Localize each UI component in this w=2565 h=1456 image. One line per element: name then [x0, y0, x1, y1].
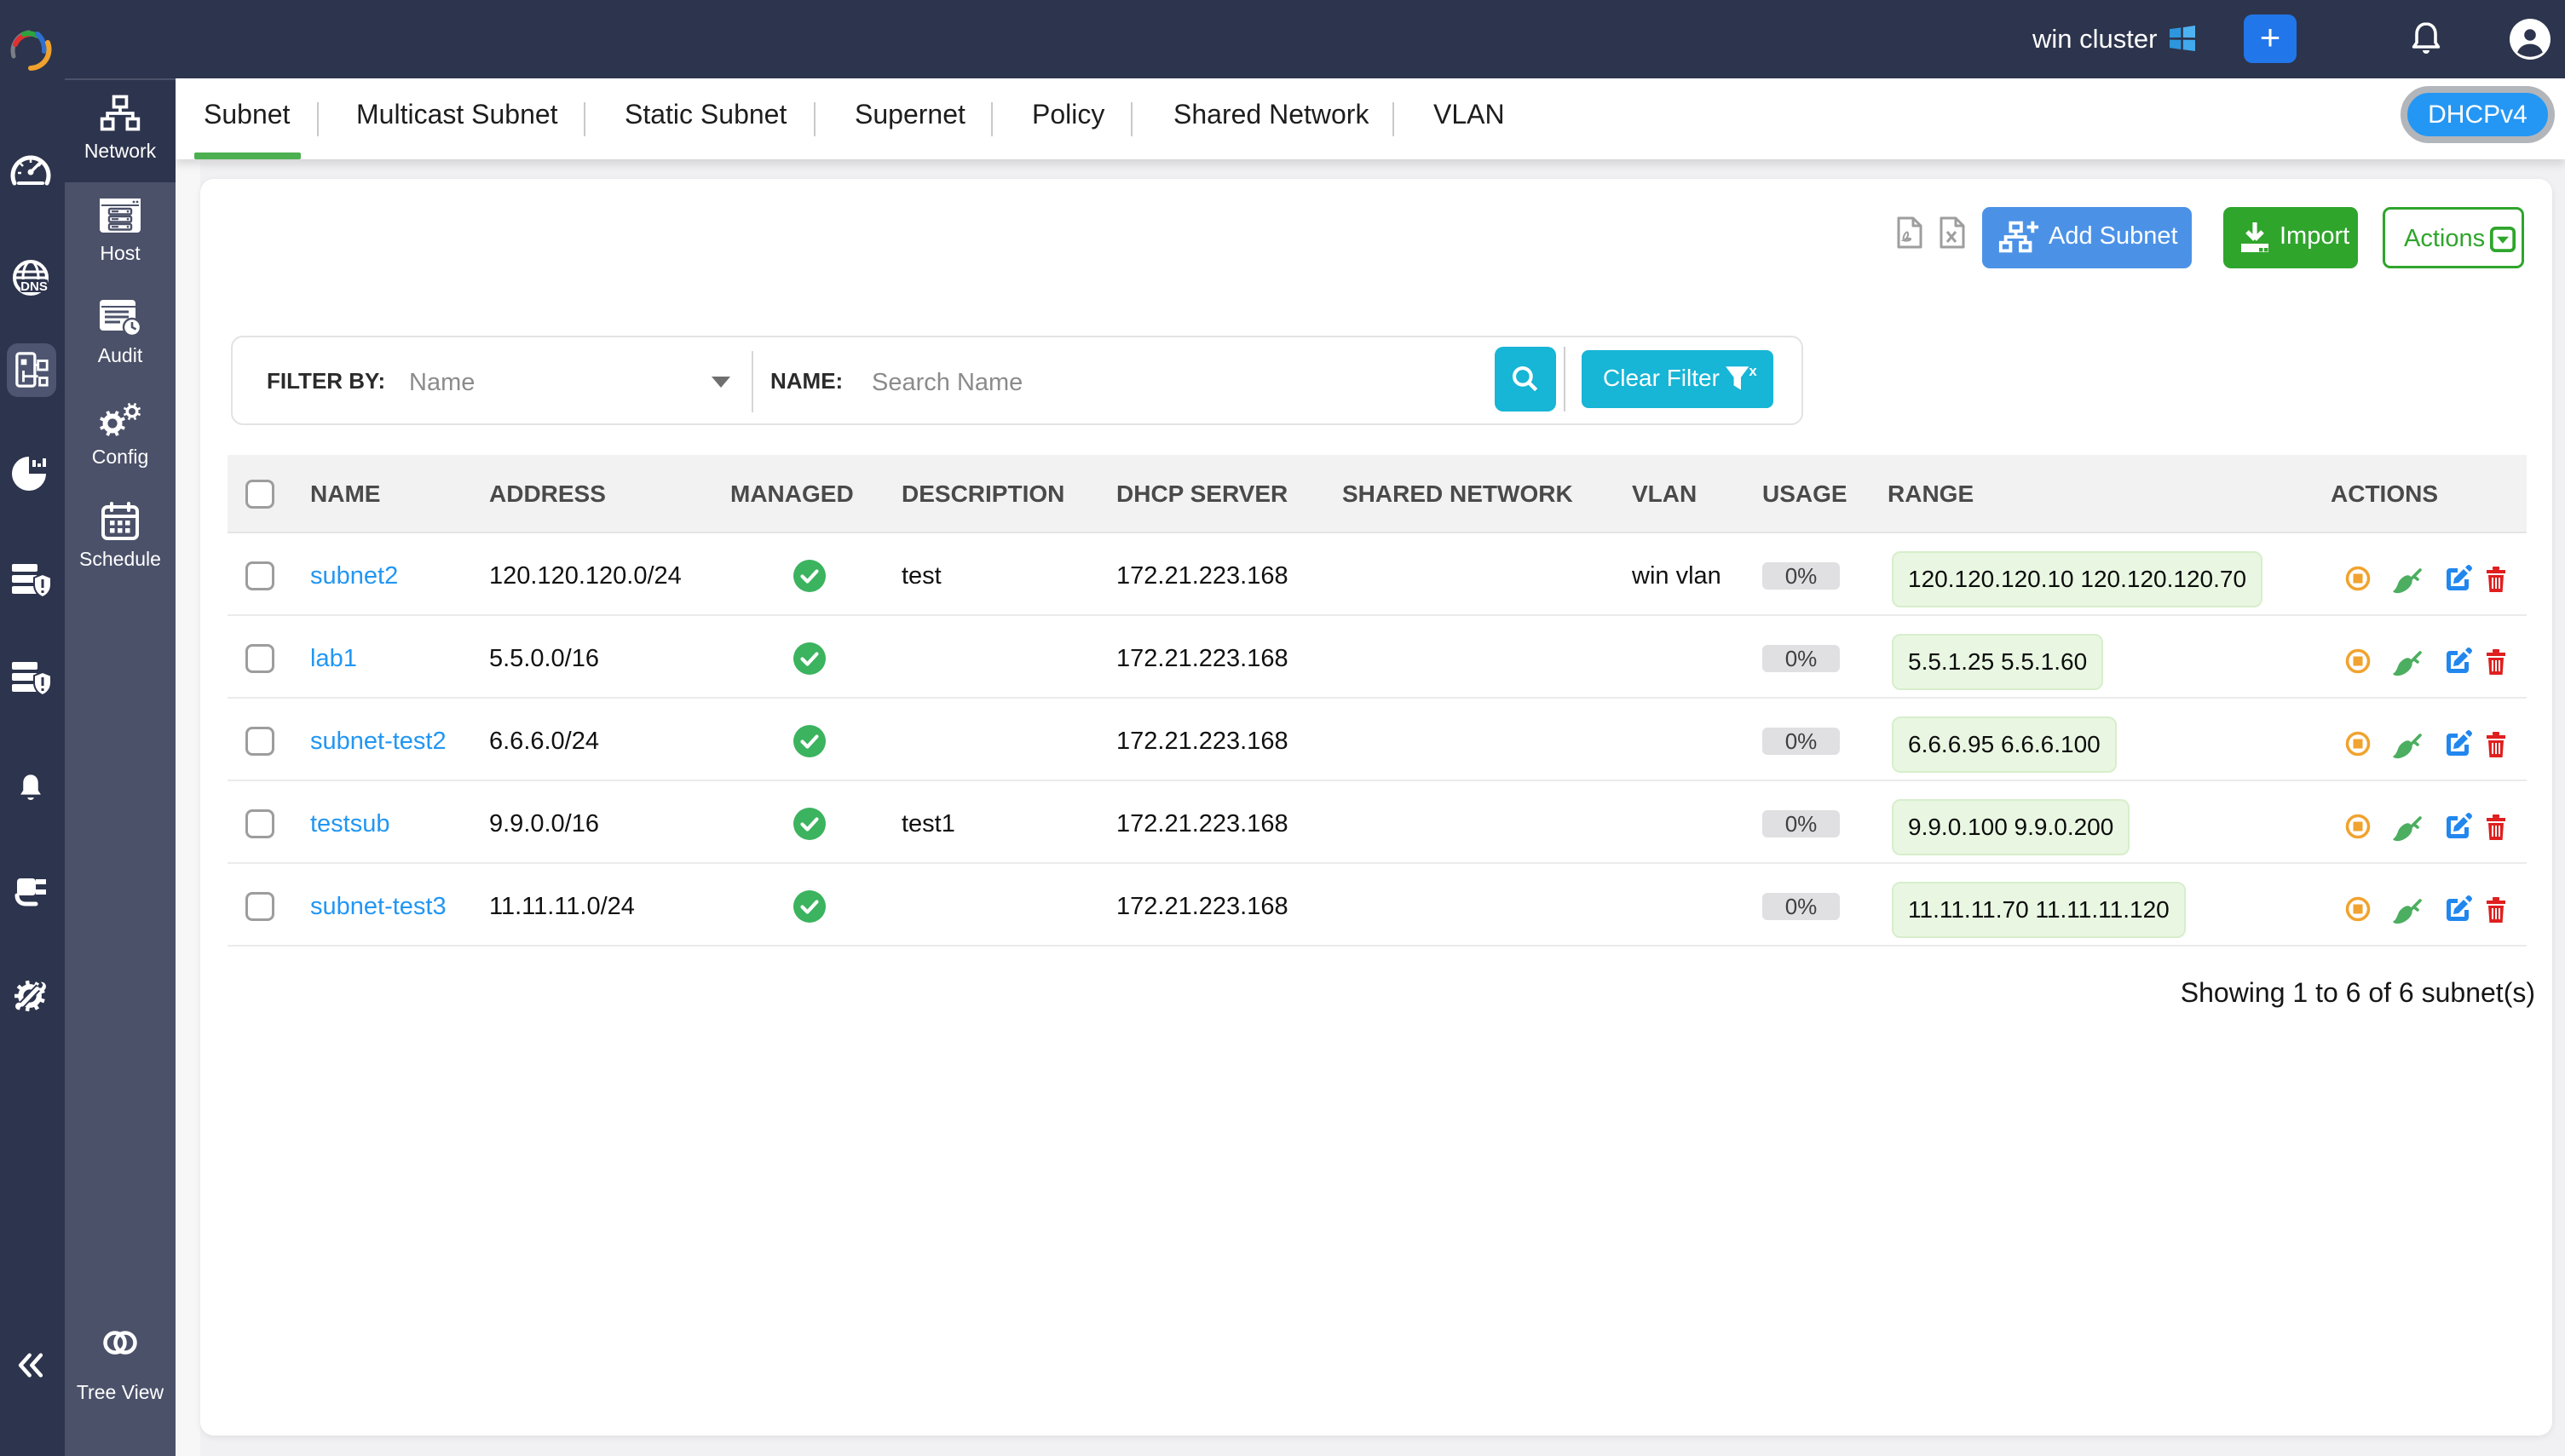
svg-text:DNS: DNS [20, 279, 48, 294]
svg-text:x: x [1749, 363, 1757, 379]
